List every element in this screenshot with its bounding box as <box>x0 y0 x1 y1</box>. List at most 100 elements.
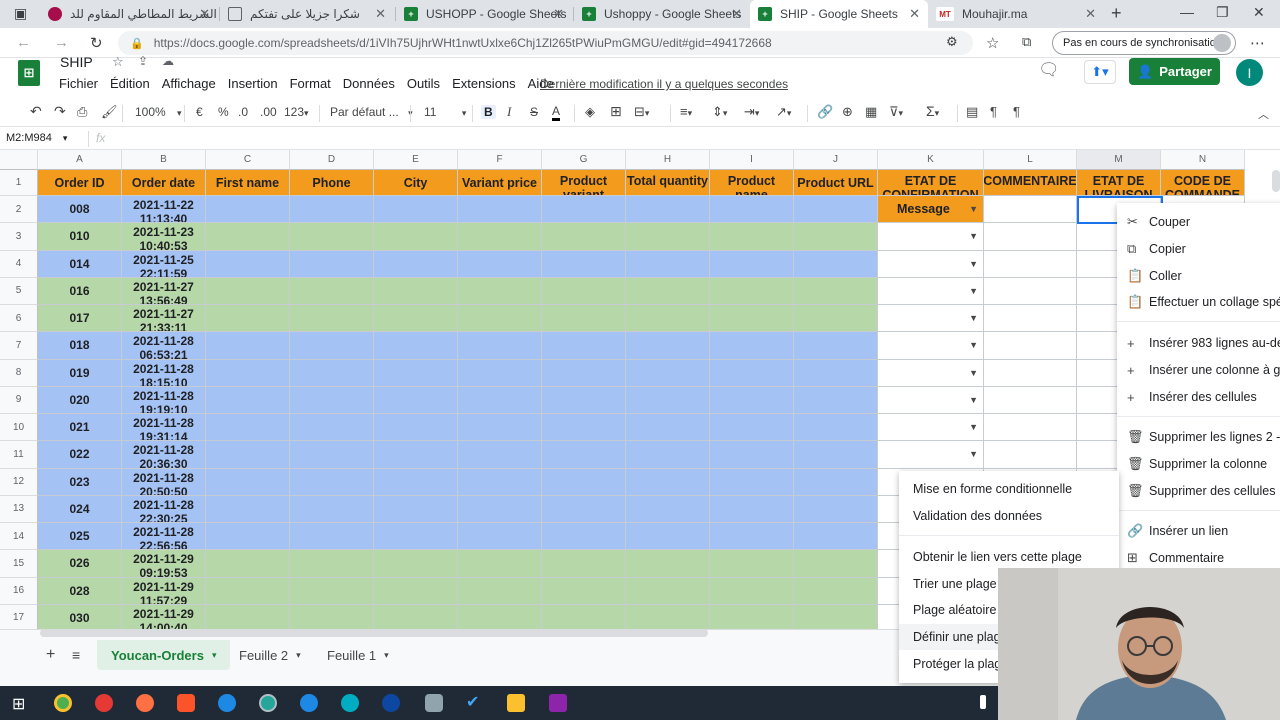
table-cell[interactable] <box>290 359 374 387</box>
row-header[interactable]: 12 <box>0 468 38 496</box>
table-cell[interactable] <box>542 250 626 278</box>
menu-item-delete-column[interactable]: 🗑 Supprimer la colonne <box>1117 451 1280 477</box>
order-id-cell[interactable]: 016 <box>38 277 122 305</box>
close-icon[interactable]: ✕ <box>553 6 564 22</box>
table-cell[interactable] <box>626 468 710 496</box>
table-cell[interactable] <box>626 196 710 224</box>
menu-item-copy[interactable]: ⧉ Copier <box>1117 236 1280 262</box>
table-cell[interactable] <box>206 196 290 224</box>
account-avatar[interactable]: I <box>1236 59 1263 86</box>
table-cell[interactable] <box>626 359 710 387</box>
table-cell[interactable] <box>290 414 374 442</box>
table-cell[interactable] <box>458 223 542 251</box>
header-cell[interactable]: Order ID <box>38 170 122 196</box>
table-cell[interactable] <box>710 277 794 305</box>
table-cell[interactable] <box>374 332 458 360</box>
order-id-cell[interactable]: 008 <box>38 196 122 224</box>
row-header[interactable]: 7 <box>0 332 38 360</box>
column-header-m[interactable]: M <box>1077 150 1161 170</box>
table-cell[interactable] <box>458 577 542 605</box>
header-cell[interactable]: Total quantity <box>626 170 710 196</box>
table-cell[interactable] <box>374 523 458 551</box>
decrease-decimal-button[interactable]: .0 <box>238 105 248 119</box>
sheet-tab-feuille-2[interactable]: Feuille 2 ▾ <box>225 640 315 670</box>
table-cell[interactable] <box>542 604 626 632</box>
borders-icon[interactable]: ⊞ <box>610 103 622 120</box>
print-icon[interactable]: ⎙ <box>77 104 87 120</box>
insert-link-icon[interactable]: 🔗 <box>817 104 833 120</box>
table-cell[interactable] <box>984 305 1077 333</box>
row-header[interactable]: 2 <box>0 196 38 224</box>
table-cell[interactable] <box>626 441 710 469</box>
zoom-select[interactable]: 100% ▾ <box>135 105 182 119</box>
text-rotation-icon[interactable]: ↗▾ <box>776 104 791 120</box>
row-header[interactable]: 4 <box>0 250 38 278</box>
menu-item-conditional-formatting[interactable]: Mise en forme conditionnelle <box>899 476 1119 502</box>
filter-icon[interactable]: ⊽▾ <box>889 104 903 120</box>
order-date-cell[interactable]: 2021-11-22 11:13:40 <box>122 196 206 224</box>
column-header-e[interactable]: E <box>374 150 458 170</box>
order-date-cell[interactable]: 2021-11-27 21:33:11 <box>122 305 206 333</box>
font-family-select[interactable]: Par défaut ... ▾ <box>330 105 413 119</box>
table-cell[interactable] <box>794 414 878 442</box>
usb-tray-icon[interactable] <box>980 695 986 709</box>
order-date-cell[interactable]: 2021-11-28 19:19:10 <box>122 386 206 414</box>
table-cell[interactable] <box>374 550 458 578</box>
brave-icon[interactable] <box>177 694 195 712</box>
sheet-tab-feuille-1[interactable]: Feuille 1 ▾ <box>313 640 403 670</box>
dropdown-arrow-icon[interactable]: ▼ <box>969 368 978 378</box>
table-cell[interactable] <box>206 441 290 469</box>
order-id-cell[interactable]: 028 <box>38 577 122 605</box>
table-cell[interactable] <box>542 495 626 523</box>
table-cell[interactable] <box>290 196 374 224</box>
table-cell[interactable] <box>374 604 458 632</box>
table-cell[interactable] <box>626 332 710 360</box>
favorites-star-icon[interactable]: ☆ <box>986 34 999 52</box>
column-header-f[interactable]: F <box>458 150 542 170</box>
currency-format-button[interactable]: € <box>196 105 203 119</box>
table-cell[interactable] <box>458 468 542 496</box>
menu-insertion[interactable]: Insertion <box>228 76 278 91</box>
functions-icon[interactable]: Σ▾ <box>926 103 939 119</box>
table-cell[interactable] <box>290 250 374 278</box>
table-cell[interactable] <box>290 305 374 333</box>
table-cell[interactable] <box>794 550 878 578</box>
site-settings-icon[interactable]: ⚙ <box>946 34 958 50</box>
table-cell[interactable] <box>290 441 374 469</box>
strikethrough-button[interactable]: S <box>530 105 538 119</box>
insert-comment-icon[interactable]: ⊕ <box>842 104 853 120</box>
header-cell[interactable]: Phone <box>290 170 374 196</box>
increase-decimal-button[interactable]: .00 <box>260 105 277 119</box>
table-cell[interactable] <box>374 441 458 469</box>
url-field[interactable]: 🔒 https://docs.google.com/spreadsheets/d… <box>118 31 973 55</box>
column-header-n[interactable]: N <box>1161 150 1245 170</box>
table-cell[interactable] <box>374 386 458 414</box>
row-header[interactable]: 17 <box>0 604 38 632</box>
order-date-cell[interactable]: 2021-11-28 18:15:10 <box>122 359 206 387</box>
order-date-cell[interactable]: 2021-11-28 20:36:30 <box>122 441 206 469</box>
table-cell[interactable] <box>374 414 458 442</box>
menu-item-delete-cells[interactable]: 🗑 Supprimer des cellules <box>1117 478 1280 504</box>
close-icon[interactable]: ✕ <box>375 6 386 22</box>
table-cell[interactable] <box>458 250 542 278</box>
browser-tab-3[interactable]: + USHOPP - Google Sheets ✕ <box>396 0 572 28</box>
table-cell[interactable] <box>794 196 878 224</box>
column-header-j[interactable]: J <box>794 150 878 170</box>
table-cell[interactable] <box>542 550 626 578</box>
new-tab-icon[interactable]: + <box>1111 3 1122 24</box>
todo-check-icon[interactable]: ✔ <box>466 692 484 711</box>
ltr-icon[interactable]: ¶ <box>990 104 997 119</box>
chrome-icon[interactable] <box>54 694 72 712</box>
confirmation-dropdown-cell[interactable]: Message ▼ <box>878 196 984 224</box>
table-cell[interactable] <box>626 250 710 278</box>
sync-status-button[interactable]: Pas en cours de synchronisation <box>1052 31 1236 55</box>
header-cell[interactable]: Product variant <box>542 170 626 196</box>
table-cell[interactable] <box>206 468 290 496</box>
window-close-icon[interactable]: ✕ <box>1253 4 1265 21</box>
table-cell[interactable] <box>206 277 290 305</box>
table-cell[interactable] <box>542 277 626 305</box>
dropdown-arrow-icon[interactable]: ▼ <box>969 422 978 432</box>
table-cell[interactable] <box>626 414 710 442</box>
menu-fichier[interactable]: Fichier <box>59 76 98 91</box>
order-id-cell[interactable]: 010 <box>38 223 122 251</box>
